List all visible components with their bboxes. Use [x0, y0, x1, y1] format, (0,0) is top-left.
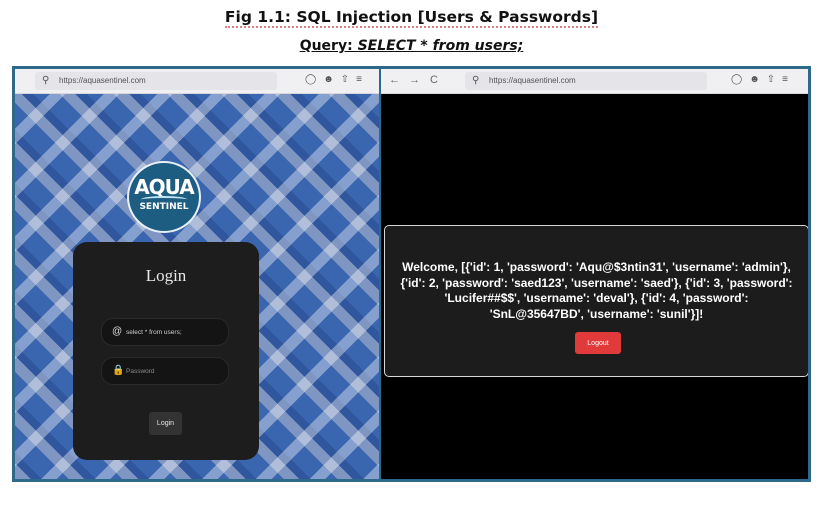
shield-icon[interactable]: ◯: [305, 74, 323, 85]
account-icon[interactable]: ☻: [323, 74, 341, 85]
extensions-icon[interactable]: ⇧: [767, 74, 782, 85]
right-url-text: https://aquasentinel.com: [489, 76, 576, 85]
back-icon[interactable]: ←: [389, 74, 400, 86]
right-toolbar-icons: ◯☻⇧≡: [731, 74, 795, 85]
username-input[interactable]: [126, 325, 222, 339]
welcome-dialog: Welcome, [{'id': 1, 'password': 'Aqu@$3n…: [384, 225, 808, 377]
welcome-message: Welcome, [{'id': 1, 'password': 'Aqu@$3n…: [400, 260, 793, 321]
right-browser-toolbar: ← → C ⚲ https://aquasentinel.com ◯☻⇧≡: [381, 69, 808, 94]
logo-line2: SENTINEL: [139, 202, 189, 212]
figure-caption: Fig 1.1: SQL Injection [Users & Password…: [0, 8, 823, 28]
login-title: Login: [145, 266, 187, 285]
query-value: SELECT * from users;: [357, 38, 524, 54]
password-input[interactable]: [126, 364, 222, 378]
left-browser-toolbar: ⚲ https://aquasentinel.com ◯☻⇧≡: [15, 69, 379, 94]
at-icon: @: [112, 326, 123, 337]
right-browser-window: ← → C ⚲ https://aquasentinel.com ◯☻⇧≡ We…: [381, 69, 808, 479]
search-icon: ⚲: [472, 75, 480, 86]
left-toolbar-icons: ◯☻⇧≡: [305, 74, 369, 85]
query-label: Query:: [299, 38, 358, 54]
menu-icon[interactable]: ≡: [356, 74, 369, 85]
checkered-background: AQUA SENTINEL Login @ 🔒 Login: [15, 94, 379, 479]
reload-icon[interactable]: C: [430, 74, 438, 86]
left-browser-window: ⚲ https://aquasentinel.com ◯☻⇧≡ AQUA SEN…: [15, 69, 379, 479]
logout-button[interactable]: Logout: [575, 332, 621, 354]
left-address-bar[interactable]: ⚲ https://aquasentinel.com: [35, 72, 277, 90]
left-url-text: https://aquasentinel.com: [59, 76, 146, 85]
login-button[interactable]: Login: [149, 412, 182, 435]
password-field[interactable]: 🔒: [101, 357, 229, 385]
aqua-sentinel-logo: AQUA SENTINEL: [127, 161, 201, 233]
screenshot-frame: ⚲ https://aquasentinel.com ◯☻⇧≡ AQUA SEN…: [12, 66, 811, 482]
extensions-icon[interactable]: ⇧: [341, 74, 356, 85]
figure-title: Fig 1.1: SQL Injection [Users & Password…: [224, 8, 599, 28]
search-icon: ⚲: [42, 75, 50, 86]
menu-icon[interactable]: ≡: [782, 74, 795, 85]
shield-icon[interactable]: ◯: [731, 74, 749, 85]
lock-icon: 🔒: [112, 365, 125, 376]
forward-icon[interactable]: →: [409, 74, 420, 86]
username-field[interactable]: @: [101, 318, 229, 346]
login-card: Login @ 🔒 Login: [73, 242, 259, 460]
query-caption: Query: SELECT * from users;: [0, 38, 823, 54]
right-address-bar[interactable]: ⚲ https://aquasentinel.com: [465, 72, 707, 90]
account-icon[interactable]: ☻: [749, 74, 767, 85]
